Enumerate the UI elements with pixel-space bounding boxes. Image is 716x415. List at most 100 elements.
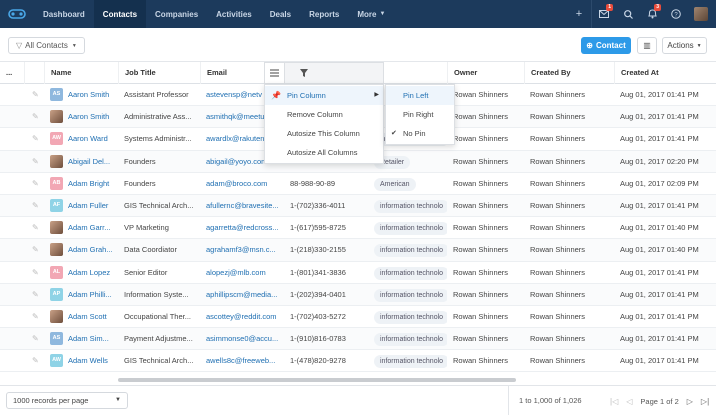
menu-item-remove-column[interactable]: Remove Column <box>265 105 383 124</box>
add-contact-button[interactable]: ⊕ Contact <box>581 37 631 54</box>
email[interactable]: aphillipscm@media... <box>200 284 284 306</box>
tag-badge: information technolo <box>374 355 447 369</box>
header-owner[interactable]: Owner <box>447 62 524 84</box>
submenu-item-pin-right[interactable]: Pin Right <box>386 105 454 124</box>
menu-item-autosize-this[interactable]: Autosize This Column <box>265 124 383 143</box>
plus-circle-icon: ⊕ <box>586 41 593 50</box>
contact-name[interactable]: Adam Fuller <box>62 195 118 217</box>
job-title: Occupational Ther... <box>124 311 191 321</box>
table-row[interactable]: ✎ AS Adam Sim... Payment Adjustme... asimmon… <box>0 328 716 351</box>
table-row[interactable]: ✎ AB Adam Bright Founders adam@broco.com 88-9… <box>0 173 716 195</box>
table-row[interactable]: ✎ Adam Scott Occupational Ther... ascottey@… <box>0 306 716 329</box>
last-page-icon[interactable]: ▷| <box>701 397 709 406</box>
help-icon[interactable]: ? <box>664 0 688 28</box>
mail-icon[interactable]: 1 <box>592 0 616 28</box>
nav-item-activities[interactable]: Activities <box>207 0 261 28</box>
job-title: GIS Technical Arch... <box>124 200 194 210</box>
contact-name[interactable]: Aaron Smith <box>62 84 118 106</box>
plus-icon[interactable]: + <box>567 0 591 28</box>
edit-icon[interactable]: ✎ <box>32 328 39 350</box>
email[interactable]: agrahamf3@msn.c... <box>200 239 284 261</box>
edit-icon[interactable]: ✎ <box>32 350 39 372</box>
next-page-icon[interactable]: ▷ <box>687 397 693 406</box>
owner: Rowan Shinners <box>453 334 509 344</box>
tag-cell: information technolo <box>368 217 447 239</box>
prev-page-icon[interactable]: ◁ <box>626 397 632 406</box>
table-row[interactable]: ✎ AL Adam Lopez Senior Editor alopezj@mlb.co… <box>0 262 716 284</box>
contact-name[interactable]: Abigail Del... <box>62 151 118 173</box>
submenu-item-pin-left[interactable]: Pin Left <box>386 86 454 105</box>
contact-name[interactable]: Adam Garr... <box>62 217 118 239</box>
table-row[interactable]: ✎ Adam Grah... Data Coordiator agrahamf3@ms… <box>0 239 716 262</box>
menu-item-autosize-all[interactable]: Autosize All Columns <box>265 143 383 162</box>
records-per-page-select[interactable]: 1000 records per page ▼ <box>6 392 128 409</box>
first-page-icon[interactable]: |◁ <box>610 397 618 406</box>
edit-icon[interactable]: ✎ <box>32 239 39 261</box>
table-row[interactable]: ✎ Adam Garr... VP Marketing agarretta@redcr… <box>0 217 716 240</box>
contact-name[interactable]: Adam Sim... <box>62 328 118 350</box>
nav-item-deals[interactable]: Deals <box>261 0 300 28</box>
created-by: Rowan Shinners <box>530 178 586 188</box>
contact-name[interactable]: Adam Philli... <box>62 284 118 306</box>
email[interactable]: asimmonse0@accu... <box>200 328 284 350</box>
contact-name[interactable]: Adam Wells <box>62 350 118 372</box>
chevron-down-icon: ▼ <box>71 42 77 49</box>
email[interactable]: alopezj@mlb.com <box>200 262 284 284</box>
header-created-at[interactable]: Created At <box>614 62 716 84</box>
nav-item-companies[interactable]: Companies <box>146 0 207 28</box>
edit-icon[interactable]: ✎ <box>32 217 39 239</box>
email[interactable]: adam@broco.com <box>200 173 284 195</box>
edit-icon[interactable]: ✎ <box>32 306 39 328</box>
email[interactable]: awells8c@freeweb... <box>200 350 284 372</box>
actions-label: Actions <box>667 41 694 50</box>
columns-toggle-button[interactable]: ▥ <box>637 37 657 54</box>
edit-icon[interactable]: ✎ <box>32 195 39 217</box>
header-job-title[interactable]: Job Title <box>118 62 200 84</box>
table-row[interactable]: ✎ AW Adam Wells GIS Technical Arch... awells… <box>0 350 716 373</box>
email[interactable]: afullernc@bravesite... <box>200 195 284 217</box>
contact-name[interactable]: Aaron Ward <box>62 128 118 150</box>
contact-name[interactable]: Adam Bright <box>62 173 118 195</box>
email[interactable]: ascottey@reddit.com <box>200 306 284 328</box>
view-filter-dropdown[interactable]: ▽ All Contacts ▼ <box>8 37 85 54</box>
header-name[interactable]: Name <box>44 62 118 84</box>
nav-item-reports[interactable]: Reports <box>300 0 348 28</box>
contact-name[interactable]: Adam Scott <box>62 306 118 328</box>
table-row[interactable]: ✎ AF Adam Fuller GIS Technical Arch... afull… <box>0 194 716 218</box>
contact-name[interactable]: Adam Grah... <box>62 239 118 261</box>
edit-icon[interactable]: ✎ <box>32 84 39 106</box>
created-at: Aug 01, 2017 01:41 PM <box>620 200 699 210</box>
header-created-by[interactable]: Created By <box>524 62 614 84</box>
horizontal-scrollbar[interactable] <box>118 378 516 382</box>
created-at: Aug 01, 2017 01:41 PM <box>620 356 699 366</box>
owner: Rowan Shinners <box>453 311 509 321</box>
edit-icon[interactable]: ✎ <box>32 173 39 195</box>
edit-icon[interactable]: ✎ <box>32 128 39 150</box>
user-avatar[interactable] <box>694 7 708 21</box>
email[interactable]: agarretta@redcross... <box>200 217 284 239</box>
app-logo-icon[interactable] <box>0 0 34 28</box>
edit-icon[interactable]: ✎ <box>32 106 39 128</box>
search-icon[interactable] <box>616 0 640 28</box>
menu-tab-filter[interactable] <box>289 63 319 83</box>
actions-dropdown[interactable]: Actions ▼ <box>662 37 707 54</box>
header-email[interactable]: Email <box>200 62 264 84</box>
bell-icon[interactable]: 3 <box>640 0 664 28</box>
menu-item-pin-column[interactable]: 📌 Pin Column ▶ <box>265 86 383 105</box>
owner: Rowan Shinners <box>453 112 509 122</box>
check-icon: ✔ <box>391 130 397 137</box>
view-filter-label: All Contacts <box>25 41 68 50</box>
edit-icon[interactable]: ✎ <box>32 284 39 306</box>
menu-tab-general[interactable] <box>265 63 285 83</box>
contact-name[interactable]: Adam Lopez <box>62 262 118 284</box>
nav-item-more[interactable]: More ▼ <box>348 0 394 28</box>
owner: Rowan Shinners <box>453 356 509 366</box>
table-row[interactable]: ✎ AP Adam Philli... Information Syste... aph… <box>0 283 716 306</box>
header-more-dots[interactable]: ... <box>0 62 24 84</box>
nav-item-contacts[interactable]: Contacts <box>93 0 147 28</box>
submenu-item-no-pin[interactable]: ✔ No Pin <box>386 124 454 143</box>
edit-icon[interactable]: ✎ <box>32 151 39 173</box>
contact-name[interactable]: Aaron Smith <box>62 106 118 128</box>
edit-icon[interactable]: ✎ <box>32 262 39 284</box>
nav-item-dashboard[interactable]: Dashboard <box>34 0 94 28</box>
